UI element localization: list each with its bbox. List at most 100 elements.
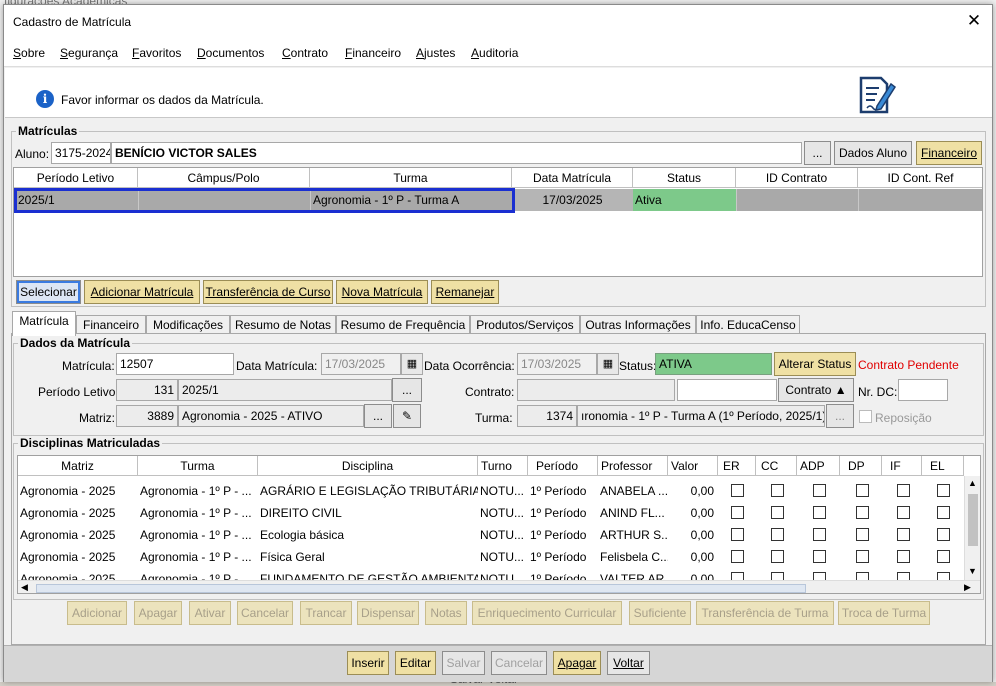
trancar-button[interactable]: Trancar (300, 601, 352, 625)
ativar-button[interactable]: Ativar (189, 601, 231, 625)
salvar-button[interactable]: Salvar (442, 651, 485, 675)
if-checkbox[interactable] (897, 550, 910, 563)
menu-financeiro[interactable]: Financeiro (345, 46, 401, 60)
notas-button[interactable]: Notas (425, 601, 467, 625)
table-row[interactable]: Agronomia - 2025 Agronomia - 1º P - ... … (18, 546, 964, 568)
matriz-field[interactable]: Agronomia - 2025 - ATIVO (178, 405, 364, 427)
dp-checkbox[interactable] (856, 550, 869, 563)
apagar-disciplina-button[interactable]: Apagar (134, 601, 182, 625)
financeiro-button[interactable]: Financeiro (916, 141, 982, 165)
aluno-code-field[interactable]: 3175-2024 (51, 142, 111, 164)
tab-financeiro[interactable]: Financeiro (76, 315, 146, 335)
turma-id-field[interactable]: 1374 (517, 405, 577, 427)
cc-checkbox[interactable] (771, 528, 784, 541)
tab-resumo-notas[interactable]: Resumo de Notas (230, 315, 336, 335)
cc-checkbox[interactable] (771, 484, 784, 497)
table-row[interactable]: Agronomia - 2025 Agronomia - 1º P - ... … (18, 524, 964, 546)
adicionar-disciplina-button[interactable]: Adicionar (67, 601, 127, 625)
adp-checkbox[interactable] (813, 484, 826, 497)
er-checkbox[interactable] (731, 506, 744, 519)
periodo-field[interactable]: 2025/1 (178, 379, 392, 401)
periodo-id-field[interactable]: 131 (116, 379, 178, 401)
tab-info-educacenso[interactable]: Info. EducaCenso (696, 315, 800, 335)
turma-field[interactable]: ıronomia - 1º P - Turma A (1º Período, 2… (577, 405, 825, 427)
aluno-search-button[interactable]: ... (804, 141, 831, 165)
if-checkbox[interactable] (897, 528, 910, 541)
cancelar-disciplina-button[interactable]: Cancelar (237, 601, 293, 625)
horizontal-scrollbar[interactable]: ◀ ▶ (18, 580, 980, 593)
dp-checkbox[interactable] (856, 484, 869, 497)
menu-ajustes[interactable]: Ajustes (416, 46, 455, 60)
dispensar-button[interactable]: Dispensar (357, 601, 419, 625)
calendar-icon[interactable]: ▦ (597, 353, 619, 375)
menu-auditoria[interactable]: Auditoria (471, 46, 518, 60)
matriz-id-field[interactable]: 3889 (116, 405, 178, 427)
close-icon[interactable]: ✕ (964, 11, 984, 31)
contrato-number-field[interactable] (677, 379, 777, 401)
cc-checkbox[interactable] (771, 550, 784, 563)
adp-checkbox[interactable] (813, 506, 826, 519)
enriquecimento-curricular-button[interactable]: Enriquecimento Curricular (472, 601, 622, 625)
scroll-down-icon[interactable]: ▼ (968, 566, 977, 576)
voltar-button[interactable]: Voltar (607, 651, 650, 675)
adp-checkbox[interactable] (813, 550, 826, 563)
menu-sobre[interactable]: Sobre (13, 46, 45, 60)
reposicao-checkbox[interactable] (859, 410, 872, 423)
matricula-field[interactable]: 12507 (116, 353, 234, 375)
scroll-thumb[interactable] (36, 584, 806, 593)
el-checkbox[interactable] (937, 528, 950, 541)
tab-modificacoes[interactable]: Modificações (146, 315, 230, 335)
scroll-up-icon[interactable]: ▲ (968, 478, 977, 488)
er-checkbox[interactable] (731, 484, 744, 497)
alterar-status-button[interactable]: Alterar Status (774, 352, 856, 376)
menu-contrato[interactable]: Contrato (282, 46, 328, 60)
scroll-left-icon[interactable]: ◀ (21, 582, 28, 593)
dp-checkbox[interactable] (856, 528, 869, 541)
contrato-field[interactable] (517, 379, 675, 401)
table-row[interactable]: Agronomia - 2025 Agronomia - 1º P - ... … (18, 502, 964, 524)
suficiente-button[interactable]: Suficiente (629, 601, 691, 625)
data-matricula-field[interactable]: 17/03/2025 (321, 353, 401, 375)
inserir-button[interactable]: Inserir (347, 651, 389, 675)
contrato-dropdown-button[interactable]: Contrato ▲ (778, 378, 854, 402)
menu-favoritos[interactable]: Favoritos (132, 46, 181, 60)
adicionar-matricula-button[interactable]: Adicionar Matrícula (84, 280, 200, 304)
matriculas-table[interactable]: Período Letivo Câmpus/Polo Turma Data Ma… (13, 167, 983, 277)
tab-produtos-servicos[interactable]: Produtos/Serviços (470, 315, 580, 335)
dp-checkbox[interactable] (856, 506, 869, 519)
disciplinas-table[interactable]: Matriz Turma Disciplina Turno Período Pr… (17, 455, 981, 594)
menu-seguranca[interactable]: Segurança (60, 46, 118, 60)
editar-button[interactable]: Editar (395, 651, 436, 675)
tab-resumo-frequencia[interactable]: Resumo de Frequência (336, 315, 470, 335)
el-checkbox[interactable] (937, 484, 950, 497)
matriz-search-button[interactable]: ... (364, 404, 392, 428)
status-field[interactable]: ATIVA (655, 353, 772, 375)
remanejar-button[interactable]: Remanejar (431, 280, 499, 304)
selecionar-button[interactable]: Selecionar (16, 280, 81, 304)
er-checkbox[interactable] (731, 550, 744, 563)
troca-turma-button[interactable]: Troca de Turma (838, 601, 930, 625)
vertical-scrollbar[interactable]: ▲ ▼ (964, 476, 980, 580)
turma-search-button[interactable]: ... (826, 404, 854, 428)
adp-checkbox[interactable] (813, 528, 826, 541)
transferencia-turma-button[interactable]: Transferência de Turma (696, 601, 834, 625)
table-row[interactable]: Agronomia - 2025 Agronomia - 1º P - ... … (18, 480, 964, 502)
transferencia-curso-button[interactable]: Transferência de Curso (203, 280, 333, 304)
if-checkbox[interactable] (897, 484, 910, 497)
periodo-search-button[interactable]: ... (392, 378, 422, 402)
scroll-thumb[interactable] (968, 494, 978, 546)
er-checkbox[interactable] (731, 528, 744, 541)
el-checkbox[interactable] (937, 550, 950, 563)
scroll-right-icon[interactable]: ▶ (964, 582, 971, 593)
cc-checkbox[interactable] (771, 506, 784, 519)
data-ocorrencia-field[interactable]: 17/03/2025 (517, 353, 597, 375)
dados-aluno-button[interactable]: Dados Aluno (834, 141, 912, 165)
aluno-name-field[interactable]: BENÍCIO VICTOR SALES (111, 142, 802, 164)
el-checkbox[interactable] (937, 506, 950, 519)
nova-matricula-button[interactable]: Nova Matrícula (336, 280, 428, 304)
menu-documentos[interactable]: Documentos (197, 46, 264, 60)
tab-outras-informacoes[interactable]: Outras Informações (580, 315, 696, 335)
tab-matricula[interactable]: Matrícula (12, 311, 76, 336)
apagar-button[interactable]: Apagar (553, 651, 601, 675)
nr-dc-field[interactable] (898, 379, 948, 401)
